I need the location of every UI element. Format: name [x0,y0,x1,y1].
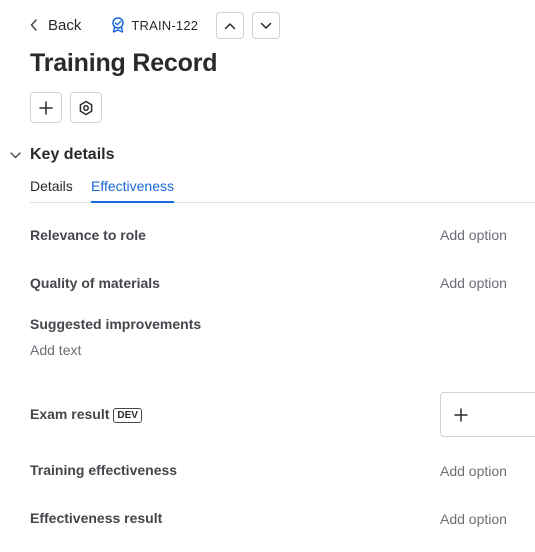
plus-icon [39,100,53,115]
section-title: Key details [30,146,115,163]
relevance-label: Relevance to role [30,227,146,243]
page-title: Training Record [30,49,218,77]
key-details-toggle[interactable]: Key details [8,146,114,164]
back-button[interactable]: Back [30,17,81,34]
ribbon-award-icon [112,17,125,33]
tab-effectiveness[interactable]: Effectiveness [91,178,175,203]
exam-result-label: Exam result DEV [30,406,142,423]
effectiveness-result-value[interactable]: Add option [440,511,507,527]
top-bar: Back TRAIN-122 [30,12,198,38]
add-button[interactable] [30,92,62,123]
hexagon-settings-icon [79,100,93,115]
quality-label: Quality of materials [30,275,160,291]
chevron-down-icon [260,22,272,29]
quality-value[interactable]: Add option [440,275,507,291]
plus-icon [454,407,468,422]
training-effectiveness-value[interactable]: Add option [440,463,507,479]
improvements-add-text[interactable]: Add text [30,342,81,358]
issue-key-link[interactable]: TRAIN-122 [111,17,198,33]
chevron-left-icon [30,19,37,31]
apps-button[interactable] [70,92,102,123]
effectiveness-result-label: Effectiveness result [30,510,163,526]
tab-details[interactable]: Details [30,178,73,203]
tab-bar: Details Effectiveness [30,178,535,203]
previous-issue-button[interactable] [216,12,244,39]
chevron-up-icon [224,22,236,29]
exam-result-add-button[interactable] [440,392,535,437]
improvements-label: Suggested improvements [30,316,202,332]
issue-key: TRAIN-122 [131,17,199,33]
next-issue-button[interactable] [252,12,280,39]
exam-result-text: Exam result [30,406,110,422]
chevron-down-icon [8,151,22,159]
dev-badge: DEV [113,408,142,423]
relevance-value[interactable]: Add option [440,227,507,243]
training-effectiveness-label: Training effectiveness [30,462,178,478]
back-label: Back [48,16,82,34]
